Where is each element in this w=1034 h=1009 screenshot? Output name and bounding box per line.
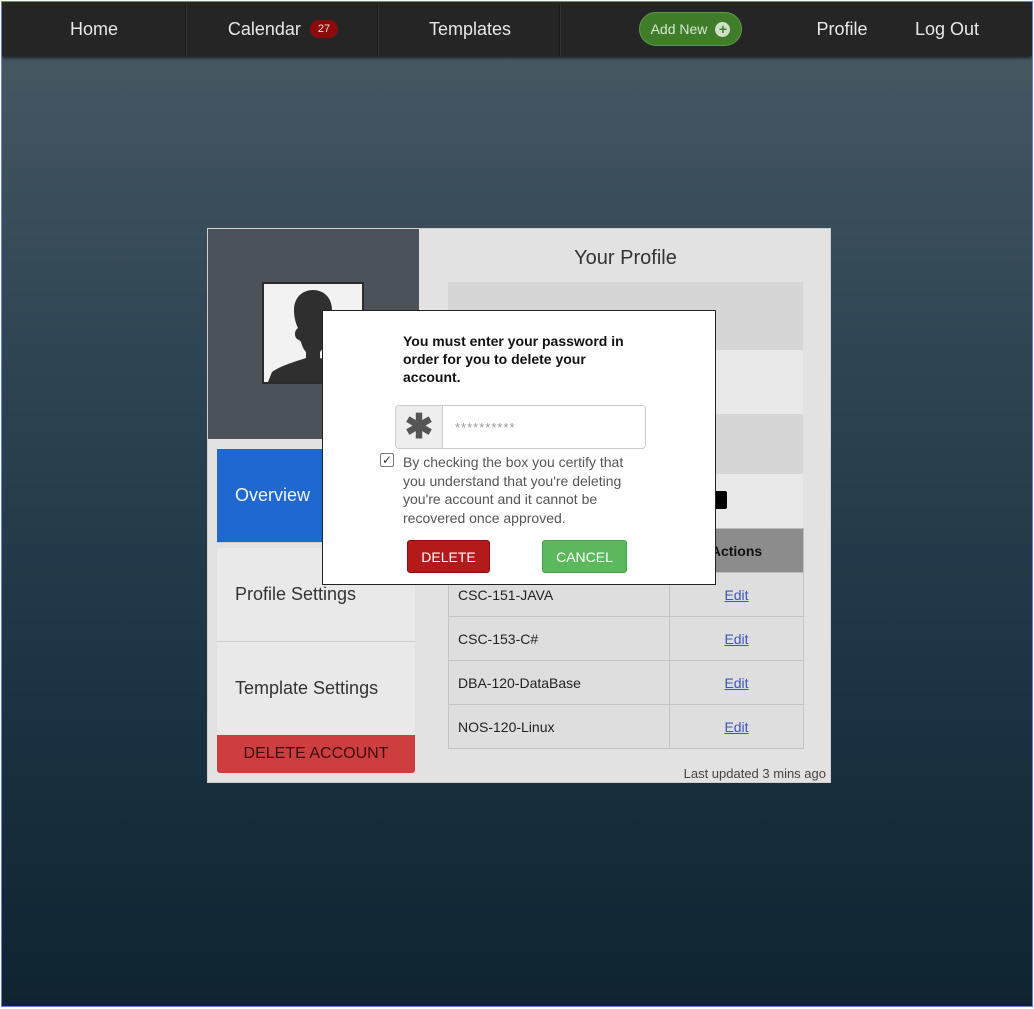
sidebar-item-template-settings[interactable]: Template Settings <box>217 642 415 736</box>
nav-logout[interactable]: Log Out <box>902 2 992 56</box>
edit-link[interactable]: Edit <box>724 631 748 647</box>
table-row: CSC-153-C# Edit <box>448 616 804 661</box>
delete-account-label: DELETE ACCOUNT <box>243 745 389 762</box>
nav-profile[interactable]: Profile <box>802 2 882 56</box>
password-input-group: ✱ <box>395 405 646 449</box>
nav-templates-label: Templates <box>428 18 512 39</box>
nav-divider <box>377 4 379 56</box>
nav-templates[interactable]: Templates <box>380 2 560 56</box>
calendar-count-badge: 27 <box>309 20 339 38</box>
confirm-checkbox[interactable]: ✓ <box>380 453 394 467</box>
edit-link[interactable]: Edit <box>724 587 748 603</box>
edit-link[interactable]: Edit <box>724 719 748 735</box>
table-row: DBA-120-DataBase Edit <box>448 660 804 705</box>
app-window: Home Calendar 27 Templates Add New + Pro… <box>1 1 1033 1007</box>
delete-account-button[interactable]: DELETE ACCOUNT <box>217 735 415 773</box>
top-navbar: Home Calendar 27 Templates Add New + Pro… <box>2 2 1032 56</box>
delete-button-label: DELETE <box>421 548 476 565</box>
cancel-button[interactable]: CANCEL <box>542 540 627 573</box>
cancel-button-label: CANCEL <box>556 548 613 565</box>
add-new-label: Add New <box>650 21 708 37</box>
delete-button[interactable]: DELETE <box>407 540 490 573</box>
sidebar-item-label: Profile Settings <box>235 584 357 604</box>
add-new-button[interactable]: Add New + <box>639 12 742 46</box>
password-field[interactable] <box>443 406 645 448</box>
sidebar-item-label: Overview <box>235 485 311 505</box>
nav-calendar[interactable]: Calendar 27 <box>188 2 378 56</box>
course-name: NOS-120-Linux <box>448 704 670 749</box>
delete-account-modal: You must enter your password in order fo… <box>322 310 716 585</box>
sidebar-item-label: Template Settings <box>235 678 379 698</box>
nav-profile-label: Profile <box>816 18 868 39</box>
edit-link[interactable]: Edit <box>724 675 748 691</box>
nav-calendar-label: Calendar <box>227 18 301 39</box>
course-name: CSC-153-C# <box>448 616 670 661</box>
page-title: Your Profile <box>574 247 677 269</box>
last-updated-text: Last updated 3 mins ago <box>683 766 826 781</box>
nav-home-label: Home <box>69 18 118 39</box>
modal-message: You must enter your password in order fo… <box>403 333 624 385</box>
asterisk-icon: ✱ <box>396 406 443 448</box>
nav-divider <box>185 4 187 56</box>
confirm-checkbox-label: By checking the box you certify that you… <box>403 454 624 526</box>
table-row: NOS-120-Linux Edit <box>448 704 804 749</box>
plus-circle-icon: + <box>715 21 731 37</box>
course-name: DBA-120-DataBase <box>448 660 670 705</box>
nav-home[interactable]: Home <box>2 2 186 56</box>
nav-divider <box>559 4 561 56</box>
nav-logout-label: Log Out <box>914 18 980 39</box>
